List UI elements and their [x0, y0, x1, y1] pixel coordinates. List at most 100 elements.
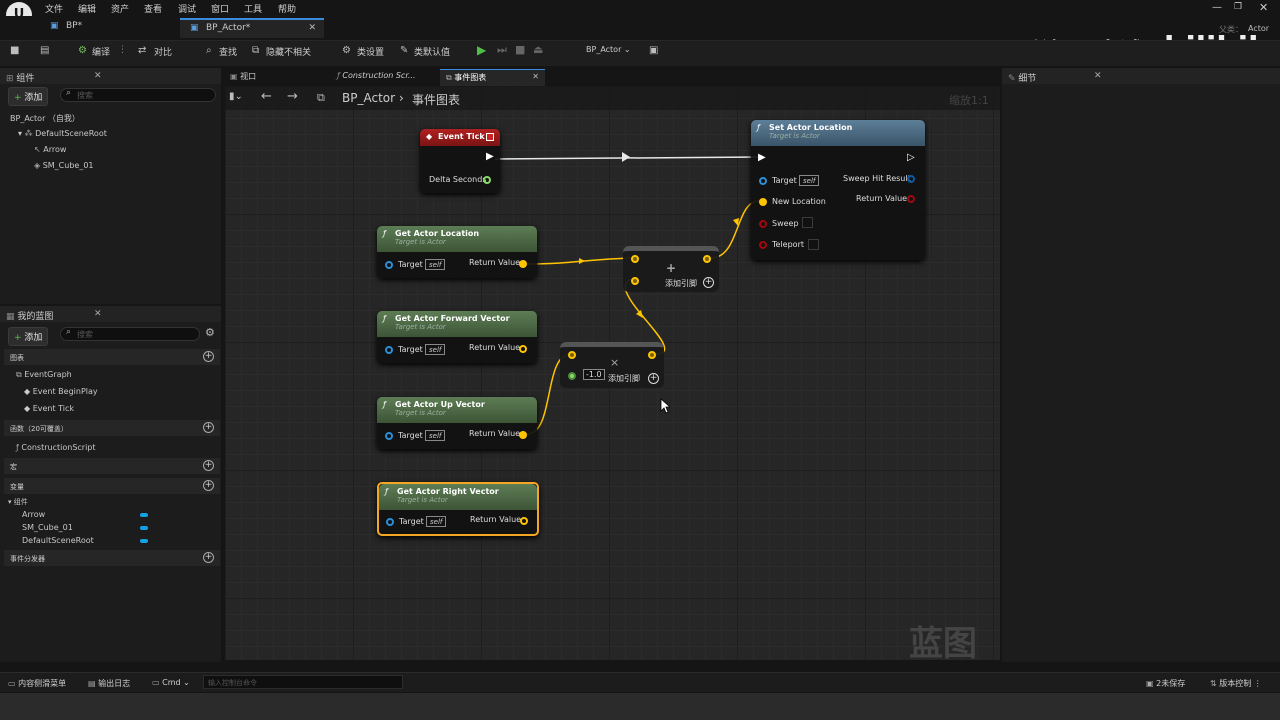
content-drawer-button[interactable]: ▭ 内容侧滑菜单 [8, 678, 66, 689]
compile-options-icon[interactable]: ⋮ [118, 45, 127, 55]
event-beginplay-item[interactable]: ◆ Event BeginPlay [24, 387, 98, 396]
add-component-button[interactable]: + 添加 [8, 87, 49, 106]
close-panel-icon[interactable]: ✕ [94, 309, 102, 319]
output-log-button[interactable]: ▤ 输出日志 [88, 678, 130, 689]
target-pin[interactable] [385, 432, 393, 440]
debug-object-dropdown[interactable]: BP_Actor ⌄ [586, 45, 640, 59]
add-graph-icon[interactable]: + [203, 351, 214, 362]
add-function-icon[interactable]: + [203, 422, 214, 433]
multiplier-value-input[interactable]: -1.0 [583, 369, 605, 380]
add-pin-icon[interactable]: + [703, 277, 714, 288]
event-graph-canvas[interactable]: ▮⌄ ← → ⧉ BP_Actor › 事件图表 缩放1:1 蓝图 ◆ Even… [225, 86, 1000, 660]
target-self-box[interactable]: self [425, 259, 446, 270]
target-self-box[interactable]: self [425, 430, 446, 441]
return-value-pin[interactable] [520, 517, 528, 525]
step-icon[interactable]: ⏭ [497, 43, 507, 57]
sweep-checkbox[interactable] [802, 217, 813, 228]
exec-out-pin[interactable]: ▷ [907, 152, 915, 163]
close-window-icon[interactable]: ✕ [1259, 1, 1268, 14]
doc-tab-bp[interactable]: ▣ BP* [40, 18, 180, 38]
target-pin[interactable] [385, 346, 393, 354]
event-tick-node[interactable]: ◆ Event Tick ▶ Delta Seconds [420, 129, 500, 193]
eject-icon[interactable]: ⏏ [533, 43, 543, 56]
section-dispatchers[interactable]: 事件分发器 + [4, 550, 220, 566]
menu-asset[interactable]: 资产 [111, 2, 129, 15]
return-value-pin[interactable] [907, 195, 915, 203]
class-settings-button[interactable]: 类设置 [357, 45, 384, 58]
teleport-pin[interactable] [759, 241, 767, 249]
menu-tools[interactable]: 工具 [244, 2, 262, 15]
close-panel-icon[interactable]: ✕ [94, 71, 102, 81]
exec-out-pin[interactable]: ▶ [486, 151, 494, 162]
save-icon[interactable]: ■ [10, 45, 19, 56]
sweep-pin[interactable] [759, 220, 767, 228]
stop-icon[interactable]: ■ [515, 43, 525, 56]
close-tab-icon[interactable]: ✕ [308, 23, 316, 33]
add-pin-button[interactable]: 添加引脚 [608, 373, 640, 384]
get-actor-right-vector-node[interactable]: ƒ Get Actor Right Vector Target is Actor… [377, 482, 539, 536]
menu-help[interactable]: 帮助 [278, 2, 296, 15]
return-value-pin[interactable] [519, 260, 527, 268]
class-defaults-button[interactable]: 类默认值 [414, 45, 450, 58]
variable-arrow[interactable]: Arrow [22, 510, 45, 519]
delegate-pin[interactable] [486, 133, 494, 141]
output-pin[interactable] [703, 255, 711, 263]
target-self-box[interactable]: self [425, 344, 446, 355]
settings-gear-icon[interactable]: ⚙ [205, 326, 215, 339]
components-search-input[interactable]: 搜索 [60, 88, 216, 102]
set-actor-location-node[interactable]: ƒ Set Actor Location Target is Actor ▶ ▷… [751, 120, 925, 260]
teleport-checkbox[interactable] [808, 239, 819, 250]
component-sm-cube[interactable]: ◈ SM_Cube_01 [34, 161, 94, 170]
hide-unrelated-button[interactable]: 隐藏不相关 [266, 45, 311, 58]
output-pin[interactable] [648, 351, 656, 359]
component-root[interactable]: BP_Actor （自我） [10, 113, 80, 124]
construction-script-item[interactable]: ƒ ConstructionScript [16, 443, 96, 452]
exec-in-pin[interactable]: ▶ [758, 152, 766, 163]
menu-debug[interactable]: 调试 [178, 2, 196, 15]
component-arrow[interactable]: ↖ Arrow [34, 145, 66, 154]
add-pin-icon[interactable]: + [648, 373, 659, 384]
variable-default-scene-root[interactable]: DefaultSceneRoot [22, 536, 94, 545]
target-self-box[interactable]: self [426, 516, 447, 527]
get-actor-forward-vector-node[interactable]: ƒ Get Actor Forward Vector Target is Act… [377, 311, 537, 363]
section-macros[interactable]: 宏 + [4, 458, 220, 474]
components-category[interactable]: ▾ 组件 [8, 497, 28, 507]
multiply-operator-node[interactable]: × -1.0 添加引脚 + [560, 342, 664, 388]
add-dispatcher-icon[interactable]: + [203, 552, 214, 563]
section-variables[interactable]: 变量 + [4, 478, 220, 494]
target-pin[interactable] [386, 518, 394, 526]
add-operator-node[interactable]: + 添加引脚 + [623, 246, 719, 292]
target-pin[interactable] [759, 177, 767, 185]
delta-seconds-pin[interactable] [483, 176, 491, 184]
input-b-pin[interactable] [631, 277, 639, 285]
console-command-input[interactable]: 输入控制台命令 [203, 675, 403, 689]
variable-sm-cube[interactable]: SM_Cube_01 [22, 523, 73, 532]
new-location-pin[interactable] [759, 198, 767, 206]
target-pin[interactable] [385, 261, 393, 269]
return-value-pin[interactable] [519, 345, 527, 353]
menu-view[interactable]: 查看 [144, 2, 162, 15]
get-actor-up-vector-node[interactable]: ƒ Get Actor Up Vector Target is Actor Ta… [377, 397, 537, 449]
cmd-dropdown[interactable]: ▭ Cmd ⌄ [152, 678, 190, 687]
input-a-pin[interactable] [568, 351, 576, 359]
input-b-pin[interactable] [568, 372, 576, 380]
browse-icon[interactable]: ▤ [40, 45, 49, 56]
input-a-pin[interactable] [631, 255, 639, 263]
doc-tab-bp-actor[interactable]: ▣ BP_Actor* ✕ [180, 18, 324, 38]
debug-browse-icon[interactable]: ▣ [649, 45, 658, 56]
close-panel-icon[interactable]: ✕ [1094, 71, 1102, 81]
compile-button[interactable]: 编译 [92, 45, 110, 58]
menu-edit[interactable]: 编辑 [78, 2, 96, 15]
event-graph-item[interactable]: ⧉ EventGraph [16, 370, 72, 380]
restore-icon[interactable]: ❐ [1234, 2, 1242, 12]
play-icon[interactable]: ▶ [477, 43, 486, 57]
unsaved-indicator[interactable]: ▣ 2未保存 [1146, 678, 1185, 689]
target-self-box[interactable]: self [799, 175, 820, 186]
menu-file[interactable]: 文件 [45, 2, 63, 15]
minimize-icon[interactable]: — [1212, 2, 1222, 13]
get-actor-location-node[interactable]: ƒ Get Actor Location Target is Actor Tar… [377, 226, 537, 278]
add-variable-icon[interactable]: + [203, 480, 214, 491]
event-tick-item[interactable]: ◆ Event Tick [24, 404, 74, 413]
close-tab-icon[interactable]: ✕ [532, 72, 539, 81]
diff-button[interactable]: 对比 [154, 45, 172, 58]
